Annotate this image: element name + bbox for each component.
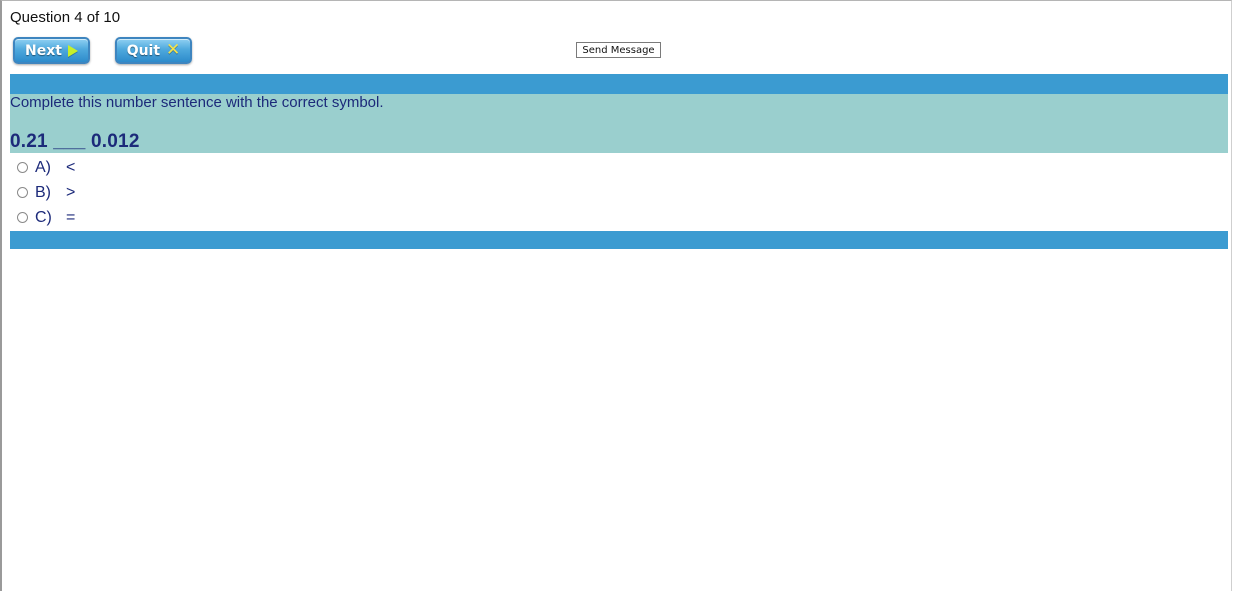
- close-x-icon: ✕: [166, 40, 181, 60]
- quit-button[interactable]: Quit ✕: [115, 37, 192, 64]
- next-button[interactable]: Next: [13, 37, 90, 64]
- question-prompt: Complete this number sentence with the c…: [10, 94, 384, 111]
- option-b-symbol: >: [66, 183, 76, 201]
- option-c-letter: C): [35, 208, 52, 226]
- quit-button-label: Quit: [126, 42, 161, 59]
- play-arrow-icon: [67, 44, 78, 57]
- question-footer-bar: [10, 231, 1228, 249]
- option-b-radio[interactable]: [17, 187, 28, 198]
- number-sentence: 0.21 ___ 0.012: [10, 131, 140, 152]
- question-header-bar: [10, 74, 1228, 94]
- next-button-label: Next: [25, 42, 62, 59]
- send-message-button[interactable]: Send Message: [576, 42, 661, 58]
- option-c[interactable]: C) =: [17, 205, 75, 230]
- option-a-radio[interactable]: [17, 162, 28, 173]
- option-a-letter: A): [35, 158, 51, 176]
- answer-options: A) < B) > C) =: [17, 155, 75, 230]
- option-c-radio[interactable]: [17, 212, 28, 223]
- option-b[interactable]: B) >: [17, 180, 75, 205]
- option-c-symbol: =: [66, 208, 76, 226]
- option-a-symbol: <: [66, 158, 76, 176]
- question-panel: Complete this number sentence with the c…: [10, 94, 1228, 153]
- option-a[interactable]: A) <: [17, 155, 75, 180]
- question-counter: Question 4 of 10: [10, 9, 121, 26]
- option-b-letter: B): [35, 183, 51, 201]
